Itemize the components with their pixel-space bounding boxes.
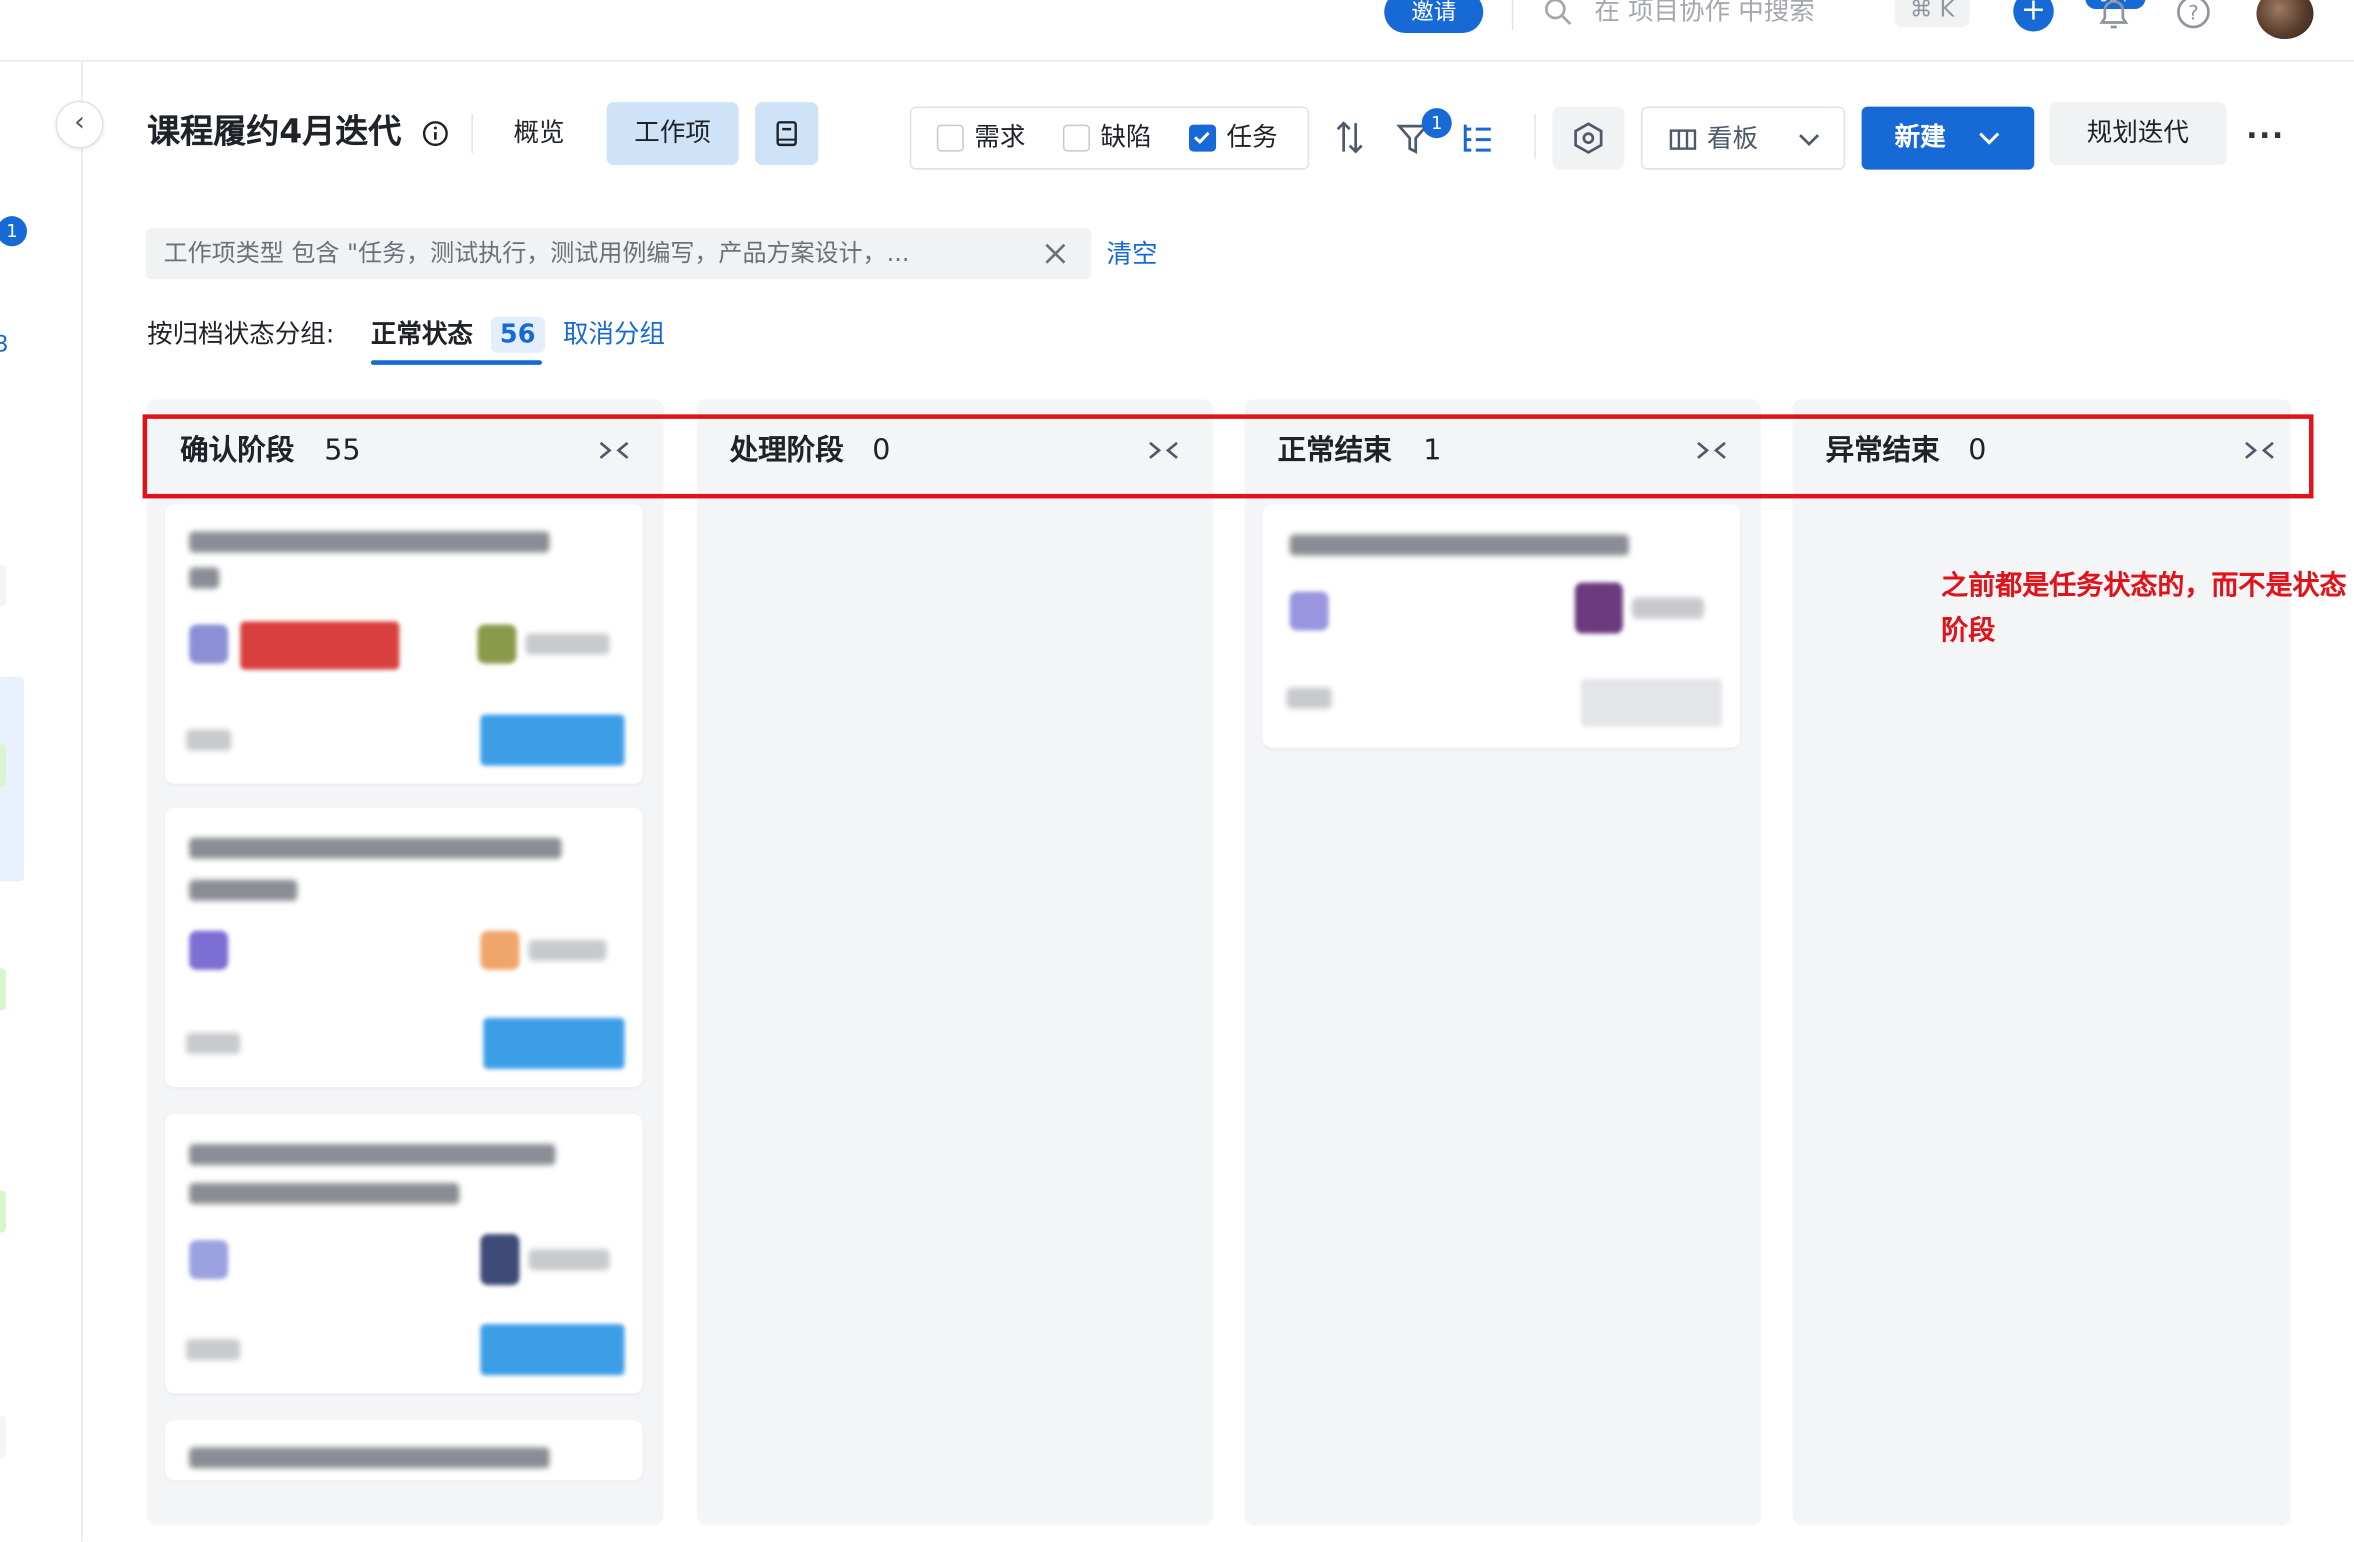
filter-count-badge: 1 xyxy=(1421,108,1452,139)
work-item-card[interactable] xyxy=(165,807,643,1087)
blurred-avatar xyxy=(477,624,517,664)
view-selector[interactable]: 看板 xyxy=(1640,106,1846,170)
rail-marker xyxy=(0,744,7,787)
blurred-text xyxy=(189,837,562,859)
checkbox-label: 缺陷 xyxy=(1100,123,1152,154)
blurred-avatar xyxy=(1574,582,1623,634)
blurred-avatar xyxy=(480,1234,520,1286)
book-icon xyxy=(776,121,797,147)
board-column-processing: 处理阶段 0 xyxy=(696,399,1214,1526)
blurred-text xyxy=(528,1249,610,1271)
new-button[interactable]: 新建 xyxy=(1861,106,2035,170)
blurred-avatar xyxy=(480,930,520,970)
blurred-text xyxy=(1289,534,1629,556)
tab-document[interactable] xyxy=(755,102,819,166)
more-button[interactable]: ··· xyxy=(2243,117,2288,153)
blurred-text xyxy=(1631,597,1704,619)
view-selector-label: 看板 xyxy=(1706,124,1759,155)
checkbox-box xyxy=(936,124,964,152)
help-icon[interactable]: ? xyxy=(2175,0,2211,30)
blurred-tag xyxy=(480,714,625,766)
checkbox-label: 需求 xyxy=(974,123,1026,154)
close-icon[interactable] xyxy=(1043,242,1067,266)
grouping-label: 按归档状态分组: xyxy=(147,319,335,350)
checkbox-box xyxy=(1189,124,1217,152)
work-item-card[interactable] xyxy=(1262,504,1741,748)
checkbox-label: 任务 xyxy=(1226,123,1278,154)
search-input[interactable]: 在 项目协作 中搜索 xyxy=(1594,0,1814,30)
sort-icon[interactable] xyxy=(1333,119,1366,158)
work-item-card[interactable] xyxy=(165,504,643,784)
top-bar: 邀请 在 项目协作 中搜索 ⌘ K + 99+ ? xyxy=(0,0,2354,62)
annotation-note: 之前都是任务状态的，而不是状态阶段 xyxy=(1941,570,2347,648)
blurred-tag xyxy=(480,1324,625,1376)
blurred-text xyxy=(186,1032,241,1054)
new-button-label: 新建 xyxy=(1894,123,1946,154)
rail-marker xyxy=(0,1415,7,1458)
check-icon xyxy=(1194,131,1210,144)
search-icon xyxy=(1544,0,1572,25)
blurred-text xyxy=(189,531,550,553)
info-icon[interactable] xyxy=(422,120,449,147)
checkbox-box xyxy=(1062,124,1090,152)
group-tab-normal[interactable]: 正常状态 xyxy=(371,315,473,354)
invite-button[interactable]: 邀请 xyxy=(1384,0,1484,34)
group-tab-underline xyxy=(370,360,542,365)
filter-chip-text: 工作项类型 包含 "任务，测试执行，测试用例编写，产品方案设计，... xyxy=(163,238,910,268)
board-column-confirm: 确认阶段 55 xyxy=(147,399,664,1526)
blurred-text xyxy=(189,567,220,589)
blurred-icon xyxy=(189,1240,229,1280)
blurred-tag xyxy=(1580,678,1722,727)
board-column-normal-end: 正常结束 1 xyxy=(1244,399,1762,1526)
header-divider xyxy=(1534,114,1536,160)
blurred-text xyxy=(528,939,607,961)
rail-marker xyxy=(0,968,7,1011)
rail-marker xyxy=(0,1190,7,1233)
add-button[interactable]: + xyxy=(2013,0,2054,32)
blurred-icon xyxy=(1289,591,1329,631)
clear-filter-link[interactable]: 清空 xyxy=(1106,237,1157,273)
tab-workitems[interactable]: 工作项 xyxy=(606,102,739,166)
rail-digit: 8 xyxy=(0,330,8,357)
settings-icon xyxy=(1574,122,1603,154)
work-item-card[interactable] xyxy=(165,1113,643,1394)
tree-view-icon[interactable] xyxy=(1459,120,1495,156)
blurred-text xyxy=(189,1447,550,1469)
group-count-badge: 56 xyxy=(490,316,545,353)
blurred-text xyxy=(189,1143,556,1166)
bell-icon[interactable] xyxy=(2096,0,2132,30)
left-rail: 1 8 xyxy=(0,61,83,1542)
blurred-icon xyxy=(189,930,229,970)
blurred-text xyxy=(186,729,232,751)
kanban-icon xyxy=(1669,129,1697,150)
sidebar-collapse-button[interactable]: ‹ xyxy=(55,100,104,149)
blurred-label xyxy=(240,621,400,670)
settings-button[interactable] xyxy=(1552,106,1625,170)
svg-text:?: ? xyxy=(2188,2,2198,25)
rail-marker xyxy=(0,564,7,607)
ungroup-link[interactable]: 取消分组 xyxy=(563,315,665,354)
chevron-down-icon xyxy=(1799,134,1820,147)
chevron-down-icon[interactable] xyxy=(1977,128,2001,149)
page-title: 课程履约4月迭代 xyxy=(147,114,402,152)
shortcut-hint: ⌘ K xyxy=(1894,0,1970,28)
blurred-text xyxy=(525,633,610,655)
tab-overview[interactable]: 概览 xyxy=(495,102,582,165)
blurred-text xyxy=(186,1339,241,1361)
rail-badge: 1 xyxy=(0,216,28,247)
plan-iteration-button[interactable]: 规划迭代 xyxy=(2049,102,2227,166)
blurred-tag xyxy=(483,1017,625,1069)
type-filter: 需求 缺陷 任务 xyxy=(909,106,1310,170)
annotation-highlight-box xyxy=(142,414,2314,499)
blurred-icon xyxy=(189,624,229,664)
header-divider xyxy=(471,114,473,154)
work-item-card[interactable] xyxy=(165,1420,643,1481)
blurred-text xyxy=(1286,687,1332,709)
blurred-text xyxy=(189,879,298,901)
top-divider xyxy=(1511,0,1514,31)
active-filter-chip[interactable]: 工作项类型 包含 "任务，测试执行，测试用例编写，产品方案设计，... xyxy=(145,228,1092,280)
user-avatar[interactable] xyxy=(2256,0,2314,40)
blurred-text xyxy=(189,1183,460,1205)
